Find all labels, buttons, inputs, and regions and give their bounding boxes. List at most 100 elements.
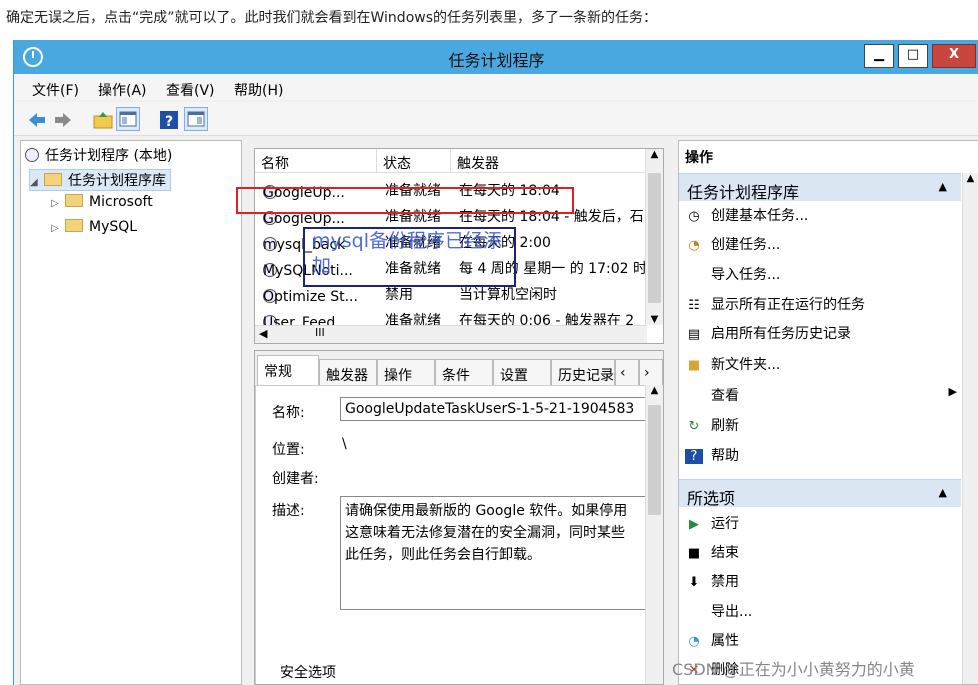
scroll-thumb[interactable]: [648, 405, 661, 515]
section-header-library[interactable]: 任务计划程序库 ▲: [679, 173, 961, 202]
tab-scroll-left-icon[interactable]: ‹: [615, 359, 639, 387]
column-header-status[interactable]: 状态: [377, 149, 451, 173]
collapse-up-icon[interactable]: ▲: [939, 486, 947, 499]
task-list-vertical-scrollbar[interactable]: ▲ ▼: [645, 149, 663, 325]
tree-item-mysql[interactable]: ▷ MySQL: [51, 219, 137, 241]
collapse-arrow-icon[interactable]: ▷: [51, 198, 65, 209]
action-import-task[interactable]: 导入任务...: [685, 264, 780, 292]
tab-scroll-right-icon[interactable]: ›: [639, 359, 663, 387]
menu-file[interactable]: 文件(F): [32, 80, 79, 100]
caption-text: 确定无误之后，点击“完成”就可以了。此时我们就会看到在Windows的任务列表里…: [6, 10, 657, 26]
menu-view[interactable]: 查看(V): [166, 80, 215, 100]
menu-bar: 文件(F) 操作(A) 查看(V) 帮助(H): [14, 74, 978, 100]
maximize-button[interactable]: □: [898, 44, 928, 68]
action-label: 禁用: [711, 574, 739, 590]
scroll-up-icon[interactable]: ▲: [646, 149, 663, 160]
back-arrow-icon[interactable]: [24, 107, 48, 131]
action-run[interactable]: ▶ 运行: [685, 513, 739, 541]
folder-icon: [65, 194, 83, 207]
tab-history[interactable]: 历史记录: [551, 359, 615, 387]
tab-actions[interactable]: 操作: [377, 359, 435, 387]
tree-mysql-label: MySQL: [89, 219, 138, 235]
menu-action[interactable]: 操作(A): [98, 80, 147, 100]
actions-title: 操作: [685, 150, 713, 166]
folder-icon: [65, 219, 83, 232]
action-label: 显示所有正在运行的任务: [711, 297, 865, 313]
action-enable-history[interactable]: ▤ 启用所有任务历史记录: [685, 323, 851, 351]
help-icon[interactable]: ?: [156, 107, 180, 131]
description-field[interactable]: 请确保使用最新版的 Google 软件。如果停用 这意味着无法修复潜在的安全漏洞…: [340, 496, 646, 610]
refresh-icon: ↻: [688, 419, 700, 434]
scroll-left-icon[interactable]: ◀: [259, 327, 267, 340]
task-trigger: 当计算机空闲时: [459, 287, 557, 303]
tree-item-microsoft[interactable]: ▷ Microsoft: [51, 194, 153, 216]
scroll-up-icon[interactable]: ▲: [646, 385, 663, 396]
detail-vertical-scrollbar[interactable]: ▲: [645, 385, 663, 684]
tree-library-label: 任务计划程序库: [68, 173, 166, 189]
watermark: CSDN @正在为小小黄努力的小黄: [672, 660, 915, 679]
task-scheduler-window: 任务计划程序 ▁ □ X 文件(F) 操作(A) 查看(V) 帮助(H) ? 任…: [13, 40, 978, 685]
scroll-thumb[interactable]: [648, 173, 661, 303]
tree-item-library[interactable]: ◢ 任务计划程序库: [29, 169, 171, 191]
toolbar: ?: [14, 102, 978, 136]
action-help[interactable]: ? 帮助: [685, 445, 739, 473]
tree-root-label: 任务计划程序 (本地): [45, 148, 173, 164]
actions-vertical-scrollbar[interactable]: ▲: [962, 173, 978, 684]
column-header-trigger[interactable]: 触发器: [451, 149, 647, 173]
collapse-up-icon[interactable]: ▲: [939, 180, 947, 193]
tab-general[interactable]: 常规: [257, 355, 319, 387]
column-header-name[interactable]: 名称: [255, 149, 377, 173]
task-list-horizontal-scrollbar[interactable]: ◀ III: [255, 325, 647, 343]
scroll-down-icon[interactable]: ▼: [646, 314, 663, 325]
action-create-basic-task[interactable]: ◷ 创建基本任务...: [685, 205, 808, 233]
section-selected-label: 所选项: [687, 489, 736, 508]
tab-settings[interactable]: 设置: [493, 359, 551, 387]
tree-microsoft-label: Microsoft: [89, 194, 153, 210]
action-label: 导入任务...: [711, 267, 781, 283]
action-label: 新文件夹...: [711, 357, 781, 373]
action-label: 创建基本任务...: [711, 208, 809, 224]
scroll-up-icon[interactable]: ▲: [963, 173, 978, 184]
show-hide-action-pane-icon[interactable]: [184, 107, 208, 131]
list-icon: ☷: [688, 298, 700, 313]
action-refresh[interactable]: ↻ 刷新: [685, 415, 739, 443]
action-label: 创建任务...: [711, 237, 781, 253]
action-properties[interactable]: ◔ 属性: [685, 630, 739, 658]
task-name: Optimize St...: [263, 289, 358, 305]
author-label: 创建者:: [272, 471, 319, 487]
action-view[interactable]: 查看 ▶: [685, 385, 957, 413]
tree-item-root[interactable]: 任务计划程序 (本地): [25, 145, 172, 167]
action-label: 查看: [711, 388, 739, 404]
action-export[interactable]: 导出...: [685, 601, 752, 629]
action-label: 属性: [711, 633, 739, 649]
scroll-thumb-grip[interactable]: III: [315, 326, 325, 339]
action-label: 导出...: [711, 604, 753, 620]
section-header-selected[interactable]: 所选项 ▲: [679, 479, 961, 508]
action-label: 结束: [711, 545, 739, 561]
section-library-label: 任务计划程序库: [687, 183, 800, 202]
action-show-running-tasks[interactable]: ☷ 显示所有正在运行的任务: [685, 294, 865, 322]
submenu-arrow-icon: ▶: [948, 385, 957, 398]
collapse-arrow-icon[interactable]: ▷: [51, 223, 65, 234]
action-create-task[interactable]: ◔ 创建任务...: [685, 234, 780, 262]
help-icon: ?: [685, 449, 703, 464]
disable-icon: ⬇: [688, 575, 700, 590]
tab-triggers[interactable]: 触发器: [319, 359, 377, 387]
action-label: 刷新: [711, 418, 739, 434]
security-options-label: 安全选项: [280, 665, 336, 681]
name-field[interactable]: GoogleUpdateTaskUserS-1-5-21-1904583: [340, 397, 646, 421]
actions-pane: 操作 任务计划程序库 ▲ ◷ 创建基本任务... ◔ 创建任务... 导入任务...…: [678, 140, 978, 685]
tab-conditions[interactable]: 条件: [435, 359, 493, 387]
action-disable[interactable]: ⬇ 禁用: [685, 571, 739, 599]
menu-help[interactable]: 帮助(H): [234, 80, 283, 100]
expand-arrow-icon[interactable]: ◢: [30, 177, 44, 188]
action-end[interactable]: ■ 结束: [685, 542, 739, 570]
minimize-button[interactable]: ▁: [864, 44, 894, 68]
forward-arrow-icon[interactable]: [50, 107, 74, 131]
up-folder-icon[interactable]: [90, 107, 114, 131]
detail-tabs: 常规 触发器 操作 条件 设置 历史记录 ‹ ›: [255, 355, 663, 387]
action-new-folder[interactable]: ■ 新文件夹...: [685, 354, 781, 382]
location-value: \: [342, 436, 347, 452]
close-button[interactable]: X: [932, 44, 976, 68]
show-hide-console-tree-icon[interactable]: [116, 107, 140, 131]
